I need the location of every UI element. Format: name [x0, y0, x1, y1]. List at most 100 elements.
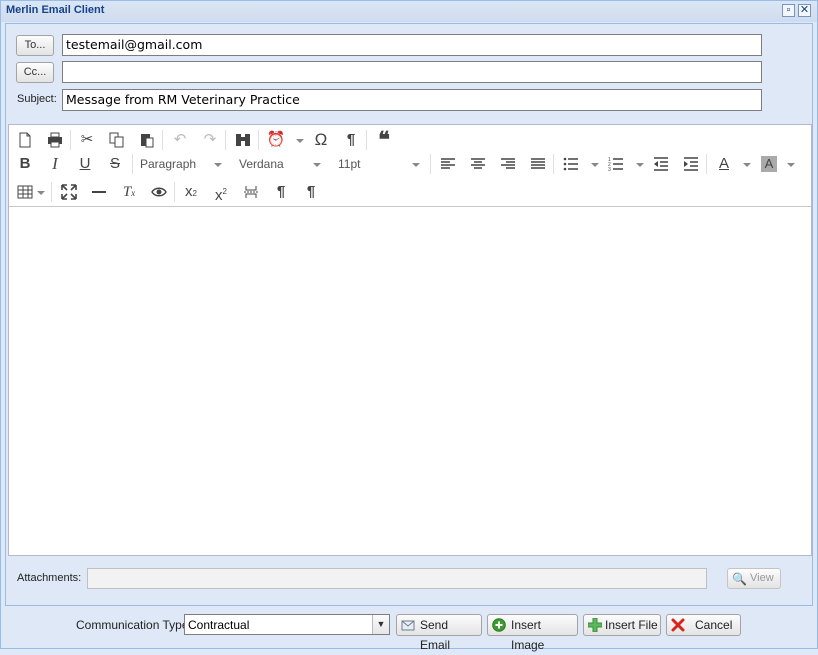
chevron-down-icon[interactable]: ▼: [372, 615, 389, 634]
blockquote-icon[interactable]: ❝: [373, 129, 395, 151]
rich-text-editor: ✂ ↶ ↷ ⏰ Ω ¶ ❝ B I U S Paragraph Verdana …: [8, 124, 812, 556]
ltr-icon[interactable]: ¶: [270, 181, 292, 203]
cut-icon[interactable]: ✂: [76, 129, 98, 151]
editor-toolbar: ✂ ↶ ↷ ⏰ Ω ¶ ❝ B I U S Paragraph Verdana …: [9, 125, 811, 207]
magnifier-icon: 🔍: [732, 572, 747, 586]
size-dropdown[interactable]: 11pt: [338, 153, 423, 175]
fullscreen-icon[interactable]: [58, 181, 80, 203]
clear-formatting-icon[interactable]: Tx: [118, 181, 140, 203]
new-document-icon[interactable]: [14, 129, 36, 151]
svg-text:3: 3: [608, 167, 611, 172]
cancel-label: Cancel: [695, 618, 733, 632]
to-button[interactable]: To...: [16, 35, 54, 56]
insert-file-label: Insert File: [605, 618, 658, 632]
maximize-icon[interactable]: ▫: [782, 4, 795, 17]
cancel-x-icon: [671, 618, 685, 632]
strikethrough-icon[interactable]: S: [104, 153, 126, 175]
numbered-list-icon[interactable]: 123: [605, 153, 627, 175]
separator: [706, 154, 707, 174]
print-icon[interactable]: [44, 129, 66, 151]
window-title: Merlin Email Client: [6, 4, 105, 16]
page-break-icon[interactable]: [240, 181, 262, 203]
text-color-caret[interactable]: [743, 163, 751, 167]
view-button-label: View: [750, 572, 774, 584]
attachments-field[interactable]: [87, 568, 707, 589]
separator: [51, 182, 52, 202]
text-color-icon[interactable]: A: [713, 153, 735, 175]
bullet-list-icon[interactable]: [560, 153, 582, 175]
format-dropdown-value: Paragraph: [140, 157, 197, 171]
attachments-label: Attachments:: [17, 572, 82, 584]
font-dropdown[interactable]: Verdana: [239, 153, 324, 175]
title-bar: Merlin Email Client ▫ ✕: [1, 1, 817, 22]
align-center-icon[interactable]: [467, 153, 489, 175]
cc-button[interactable]: Cc...: [16, 62, 54, 83]
separator: [430, 154, 431, 174]
insert-image-button[interactable]: Insert Image: [487, 614, 578, 652]
size-dropdown-caret[interactable]: [412, 163, 420, 167]
table-icon[interactable]: [14, 181, 36, 203]
envelope-icon: [401, 618, 415, 632]
paste-icon[interactable]: [136, 129, 158, 151]
subject-label: Subject:: [17, 93, 57, 105]
view-button[interactable]: 🔍 View: [727, 568, 781, 589]
show-blocks-icon[interactable]: ¶: [340, 129, 362, 151]
outdent-icon[interactable]: [650, 153, 672, 175]
communication-type-select[interactable]: Contractual ▼: [184, 614, 390, 635]
background-color-caret[interactable]: [787, 163, 795, 167]
separator: [162, 130, 163, 150]
communication-type-label: Communication Type: [76, 618, 189, 632]
underline-icon[interactable]: U: [74, 153, 96, 175]
font-dropdown-caret[interactable]: [313, 163, 321, 167]
undo-icon[interactable]: ↶: [169, 129, 191, 151]
superscript-icon[interactable]: x2: [210, 181, 232, 204]
email-client-window: Merlin Email Client ▫ ✕ To... testemail@…: [0, 0, 818, 652]
insert-image-label: Insert Image: [511, 618, 545, 652]
compose-panel: To... testemail@gmail.com Cc... Subject:…: [5, 23, 813, 606]
align-right-icon[interactable]: [497, 153, 519, 175]
separator: [366, 130, 367, 150]
separator: [174, 182, 175, 202]
numbered-list-caret[interactable]: [636, 163, 644, 167]
copy-icon[interactable]: [106, 129, 128, 151]
find-replace-icon[interactable]: [232, 129, 254, 151]
separator: [553, 154, 554, 174]
insert-file-button[interactable]: Insert File: [583, 614, 661, 636]
send-email-button[interactable]: Send Email: [396, 614, 482, 652]
italic-icon[interactable]: I: [44, 153, 66, 175]
font-dropdown-value: Verdana: [239, 157, 284, 171]
bullet-list-caret[interactable]: [591, 163, 599, 167]
separator: [225, 130, 226, 150]
align-left-icon[interactable]: [437, 153, 459, 175]
format-dropdown[interactable]: Paragraph: [140, 153, 225, 175]
insert-time-icon[interactable]: ⏰: [265, 129, 287, 151]
align-justify-icon[interactable]: [527, 153, 549, 175]
send-email-label: Send Email: [420, 618, 451, 652]
cc-field[interactable]: [62, 61, 762, 83]
subscript-icon[interactable]: x2: [180, 181, 202, 203]
preview-icon[interactable]: [148, 181, 170, 203]
to-field[interactable]: testemail@gmail.com: [62, 34, 762, 56]
add-image-icon: [492, 618, 506, 632]
footer-bar: Communication Type Contractual ▼ Send Em…: [1, 607, 817, 652]
indent-icon[interactable]: [680, 153, 702, 175]
redo-icon[interactable]: ↷: [199, 129, 221, 151]
subject-field[interactable]: Message from RM Veterinary Practice: [62, 89, 762, 111]
bold-icon[interactable]: B: [14, 153, 36, 175]
background-color-icon[interactable]: A: [758, 153, 780, 175]
format-dropdown-caret[interactable]: [214, 163, 222, 167]
communication-type-value: Contractual: [188, 618, 250, 632]
horizontal-rule-icon[interactable]: [88, 181, 110, 203]
close-icon[interactable]: ✕: [798, 4, 811, 17]
separator: [258, 130, 259, 150]
separator: [70, 130, 71, 150]
time-dropdown-caret[interactable]: [296, 139, 304, 143]
cancel-button[interactable]: Cancel: [666, 614, 741, 636]
separator: [132, 154, 133, 174]
table-dropdown-caret[interactable]: [37, 191, 45, 195]
add-file-icon: [587, 617, 603, 633]
editor-body[interactable]: [9, 208, 811, 555]
special-character-icon[interactable]: Ω: [310, 129, 332, 151]
rtl-icon[interactable]: ¶: [300, 181, 322, 203]
size-dropdown-value: 11pt: [338, 157, 361, 171]
